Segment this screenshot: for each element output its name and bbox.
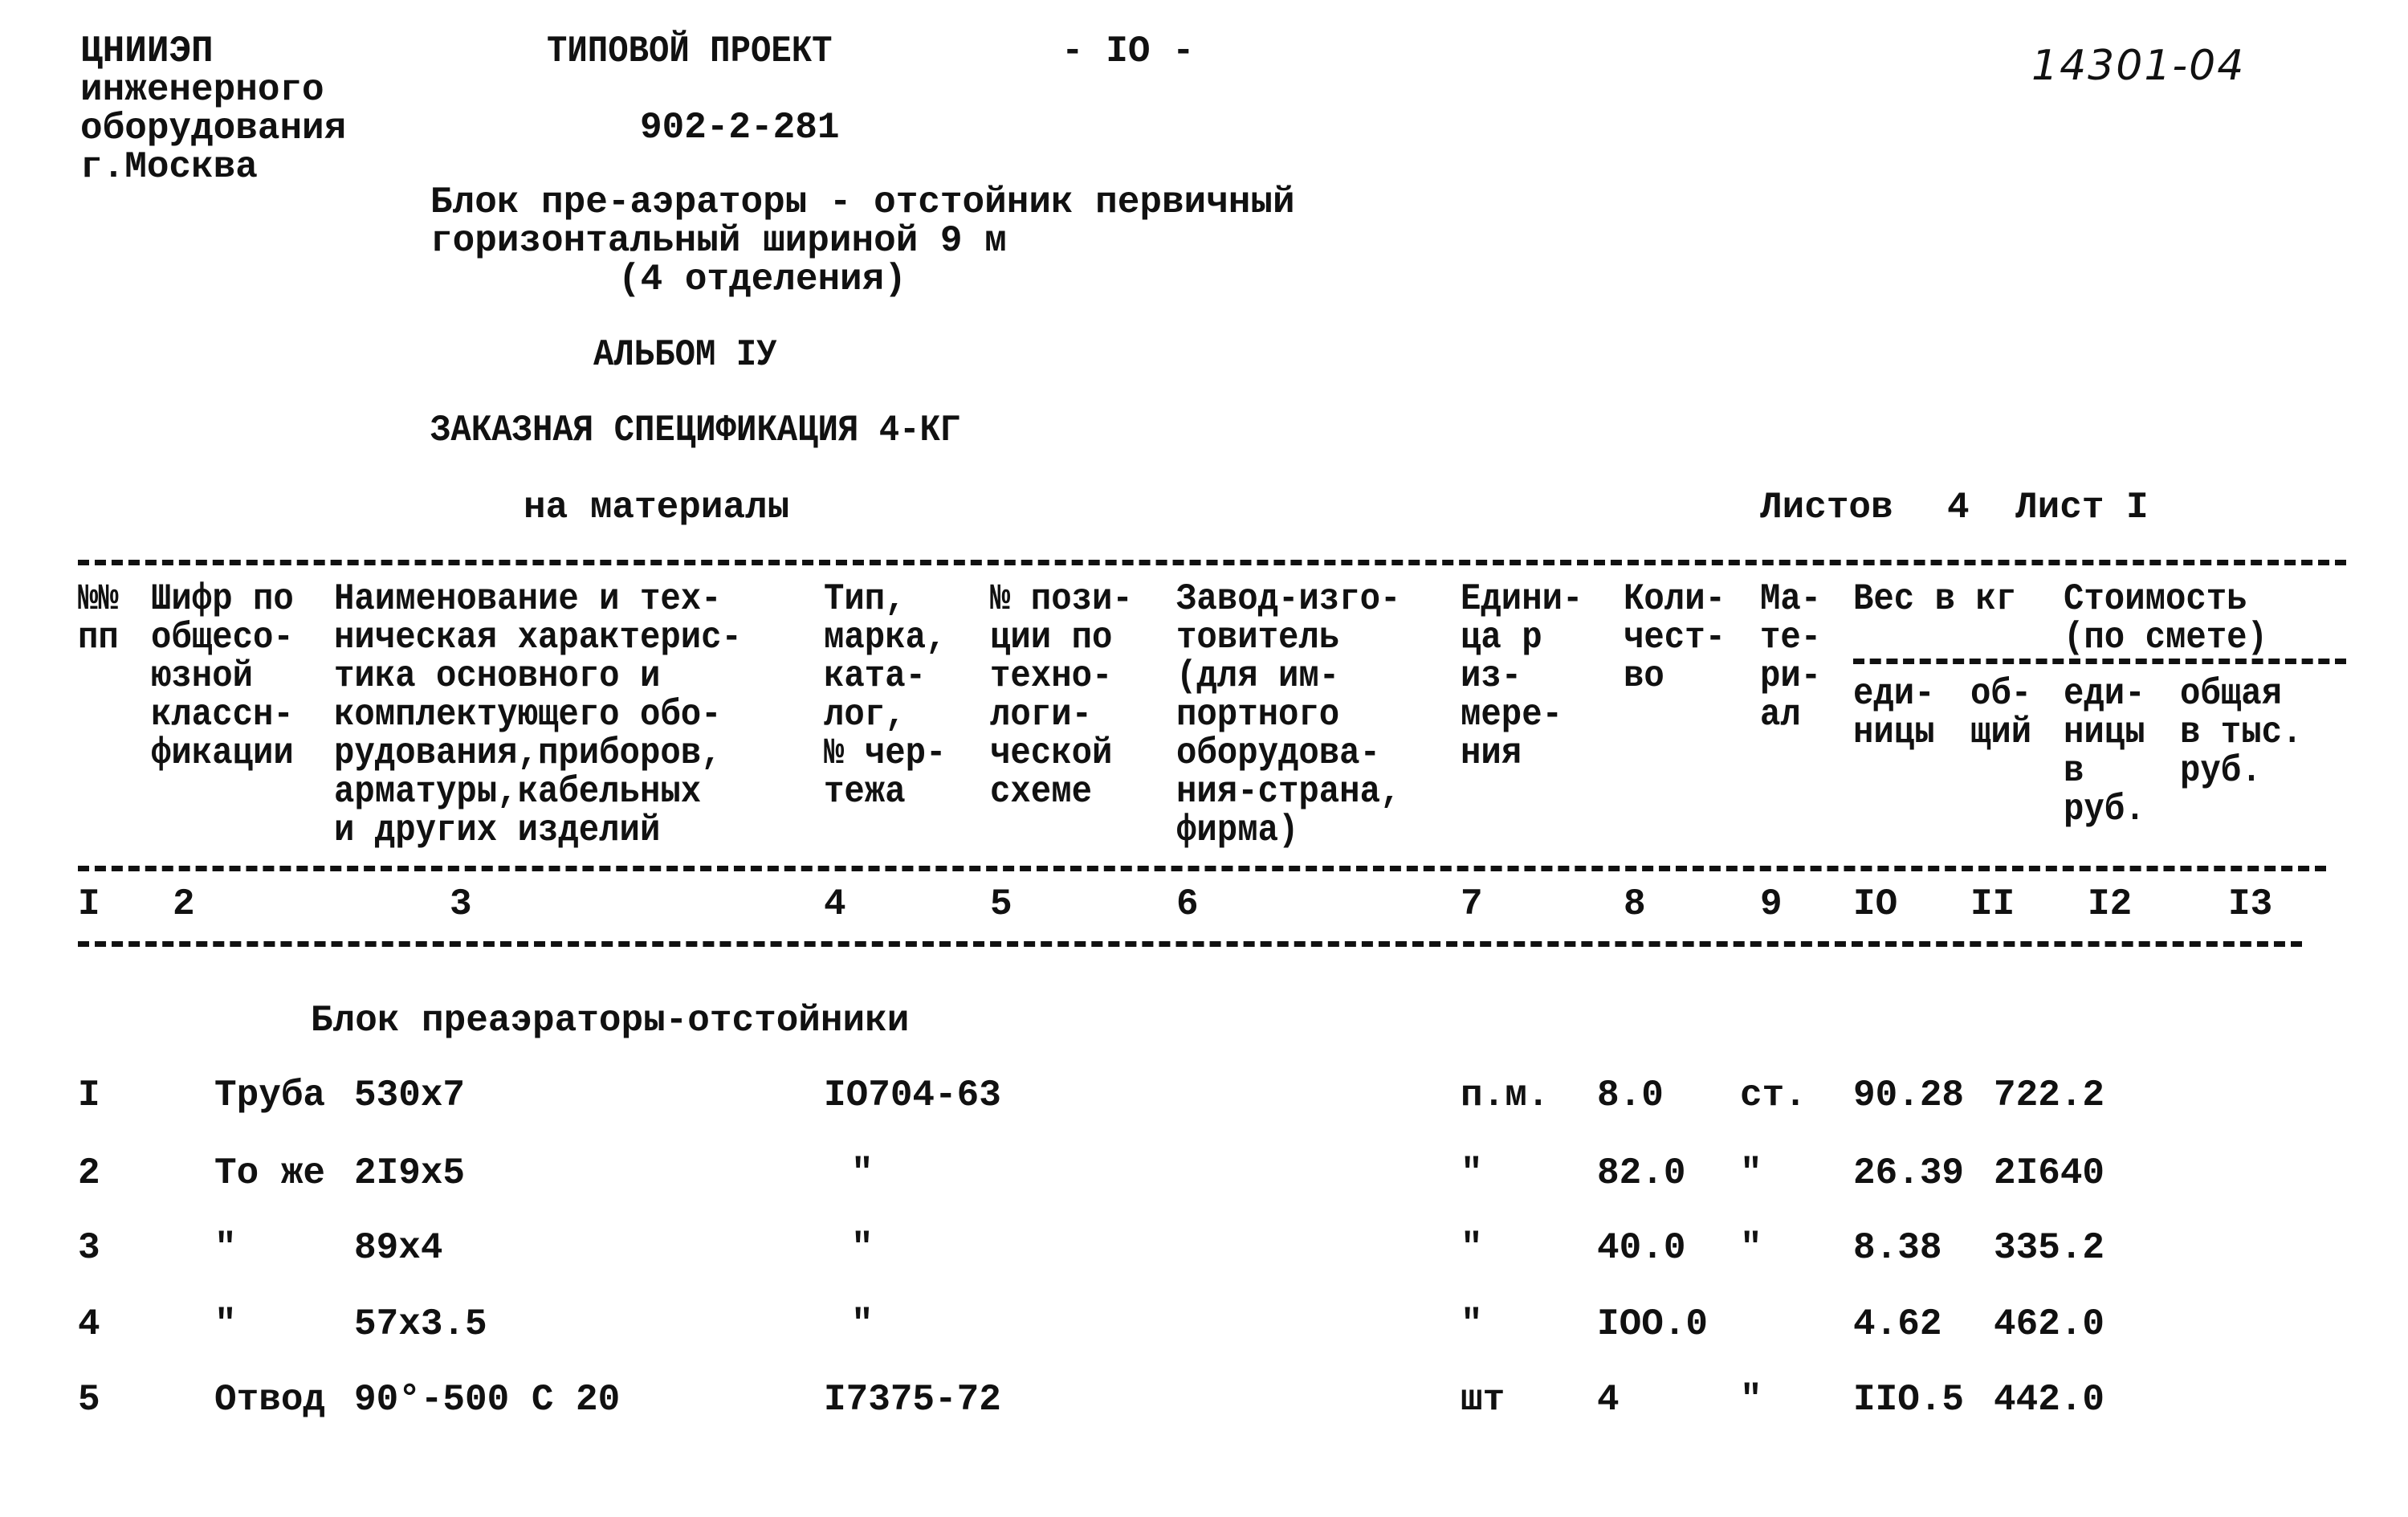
row-1-qty: 8.0	[1597, 1075, 1664, 1116]
column-header-13: общая в тыс. руб.	[2180, 673, 2303, 792]
table-top-rule	[78, 560, 2346, 565]
row-5-num: 5	[78, 1379, 100, 1421]
row-1-num: I	[78, 1075, 100, 1116]
row-5-material: "	[1740, 1379, 1762, 1421]
header-bottom-rule	[78, 866, 2326, 871]
column-number-11: II	[1970, 883, 2015, 925]
row-5-unit: шт	[1461, 1379, 1506, 1421]
column-header-2: Шифр по общесо- юзной классн- фикации	[151, 578, 294, 774]
album-label: АЛЬБОМ IУ	[593, 334, 777, 376]
row-5-unit-weight: IIO.5	[1853, 1379, 1965, 1421]
column-number-5: 5	[990, 883, 1013, 925]
row-5-name: Отвод	[214, 1379, 326, 1421]
column-group-cost: Стоимость (по смете)	[2064, 578, 2267, 659]
column-header-10: еди- ницы	[1853, 673, 1935, 753]
column-header-3: Наименование и тех- ническая характерис-…	[334, 578, 742, 851]
block-title: Блок пре-аэраторы - отстойник первичный …	[430, 181, 1295, 262]
row-4-unit: "	[1461, 1303, 1483, 1345]
row-2-size: 2I9x5	[354, 1152, 466, 1194]
row-3-total-weight: 335.2	[1994, 1227, 2105, 1269]
row-1-total-weight: 722.2	[1994, 1075, 2105, 1116]
column-number-8: 8	[1624, 883, 1646, 925]
row-4-total-weight: 462.0	[1994, 1303, 2105, 1345]
row-3-name: "	[214, 1227, 237, 1269]
project-number: 902-2-281	[640, 107, 840, 149]
column-header-12: еди- ницы в руб.	[2064, 673, 2145, 830]
row-3-unit-weight: 8.38	[1853, 1227, 1942, 1269]
column-header-9: Ма- те- ри- ал	[1760, 578, 1822, 736]
group-sub-rule	[1853, 659, 2346, 664]
row-4-num: 4	[78, 1303, 100, 1345]
column-number-13: I3	[2228, 883, 2273, 925]
row-3-qty: 40.0	[1597, 1227, 1686, 1269]
row-4-unit-weight: 4.62	[1853, 1303, 1942, 1345]
spec-title: ЗАКАЗНАЯ СПЕЦИФИКАЦИЯ 4-КГ	[430, 410, 961, 451]
column-header-4: Тип, марка, ката- лог, № чер- тежа	[824, 578, 947, 813]
column-header-11: об- щий	[1970, 673, 2032, 753]
column-number-12: I2	[2088, 883, 2133, 925]
row-4-standard: "	[851, 1303, 874, 1345]
row-1-unit: п.м.	[1461, 1075, 1550, 1116]
row-2-unit: "	[1461, 1152, 1483, 1194]
column-group-weight: Вес в кг	[1853, 578, 2017, 620]
column-number-2: 2	[173, 883, 195, 925]
row-2-name: То же	[214, 1152, 326, 1194]
spec-subtitle: на материалы	[524, 487, 790, 528]
row-4-size: 57x3.5	[354, 1303, 487, 1345]
column-number-7: 7	[1461, 883, 1483, 925]
row-3-size: 89x4	[354, 1227, 443, 1269]
row-2-num: 2	[78, 1152, 100, 1194]
page-number: - IO -	[1061, 31, 1195, 72]
column-number-9: 9	[1760, 883, 1783, 925]
row-1-unit-weight: 90.28	[1853, 1075, 1965, 1116]
column-header-1: №№ пп	[78, 578, 119, 659]
column-number-1: I	[78, 883, 100, 925]
column-number-6: 6	[1176, 883, 1199, 925]
row-5-qty: 4	[1597, 1379, 1620, 1421]
row-2-total-weight: 2I640	[1994, 1152, 2105, 1194]
column-number-4: 4	[824, 883, 846, 925]
row-3-material: "	[1740, 1227, 1762, 1269]
column-header-5: № пози- ции по техно- логи- ческой схеме	[990, 578, 1133, 813]
row-2-unit-weight: 26.39	[1853, 1152, 1965, 1194]
row-3-standard: "	[851, 1227, 874, 1269]
row-2-standard: "	[851, 1152, 874, 1194]
row-2-material: "	[1740, 1152, 1762, 1194]
row-5-total-weight: 442.0	[1994, 1379, 2105, 1421]
row-3-unit: "	[1461, 1227, 1483, 1269]
row-4-name: "	[214, 1303, 237, 1345]
sheets-count: 4	[1947, 487, 1970, 528]
organization-name: ЦНИИЭП инженерного оборудования г.Москва	[80, 31, 347, 188]
row-5-standard: I7375-72	[824, 1379, 1001, 1421]
section-title: Блок преаэраторы-отстойники	[311, 1000, 910, 1042]
row-1-size: 530x7	[354, 1075, 466, 1116]
block-subtitle: (4 отделения)	[618, 259, 907, 300]
row-1-material: ст.	[1740, 1075, 1807, 1116]
row-1-name: Труба	[214, 1075, 326, 1116]
row-2-qty: 82.0	[1597, 1152, 1686, 1194]
column-header-7: Едини- ца р из- мере- ния	[1461, 578, 1583, 774]
column-header-6: Завод-изго- товитель (для им- портного о…	[1176, 578, 1401, 851]
project-type: ТИПОВОЙ ПРОЕКТ	[547, 31, 833, 72]
sheets-label: Листов	[1760, 487, 1893, 528]
inventory-number: 14301-04	[2031, 42, 2246, 90]
column-header-8: Коли- чест- во	[1624, 578, 1726, 697]
row-1-standard: IO704-63	[824, 1075, 1001, 1116]
column-number-3: 3	[450, 883, 472, 925]
sheet-label: Лист I	[2015, 487, 2149, 528]
row-5-size: 90°-500 С 20	[354, 1379, 621, 1421]
numbers-bottom-rule	[78, 941, 2302, 947]
row-4-qty: IOO.0	[1597, 1303, 1709, 1345]
column-number-10: IO	[1853, 883, 1898, 925]
row-3-num: 3	[78, 1227, 100, 1269]
